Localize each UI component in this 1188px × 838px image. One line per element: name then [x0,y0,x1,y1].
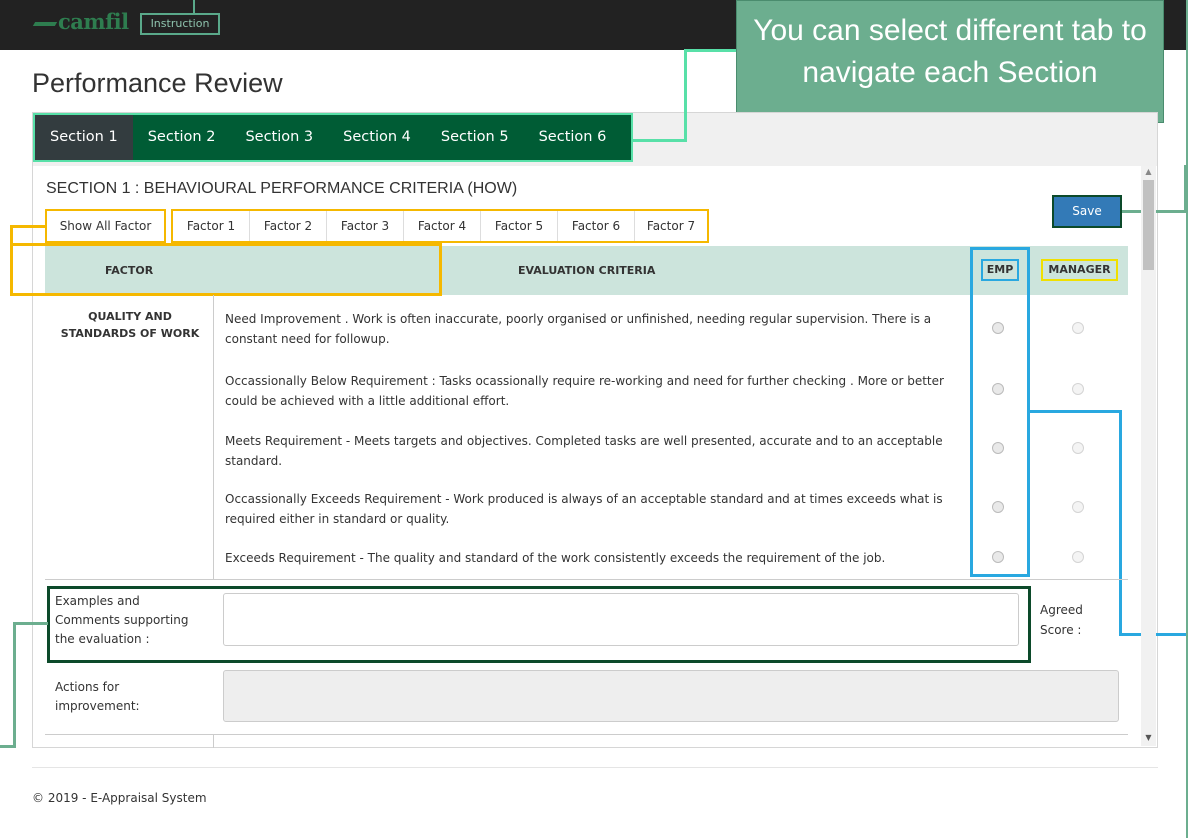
logo-mark-icon [32,21,58,26]
tab-section-5[interactable]: Section 5 [426,115,524,160]
factor-2-button[interactable]: Factor 2 [250,211,327,241]
factor-6-button[interactable]: Factor 6 [558,211,635,241]
tab-callout-line [684,50,687,142]
column-header-manager: MANAGER [1041,259,1118,281]
save-button[interactable]: Save [1052,195,1122,228]
manager-radio-2[interactable] [1072,383,1084,395]
manager-radio-3[interactable] [1072,442,1084,454]
factor-7-button[interactable]: Factor 7 [635,211,707,241]
section-tabs: Section 1 Section 2 Section 3 Section 4 … [33,113,633,162]
factor-callout-frame [10,243,442,296]
show-all-factor-button[interactable]: Show All Factor [45,209,166,243]
emp-column-highlight [970,247,1030,577]
comments-callout-line [13,622,48,625]
scroll-up-icon[interactable]: ▲ [1143,166,1154,178]
tab-callout-line [684,49,736,52]
emp-callout-line [1119,410,1122,636]
tab-section-2[interactable]: Section 2 [133,115,231,160]
tab-section-1[interactable]: Section 1 [35,115,133,160]
scroll-down-icon[interactable]: ▼ [1143,732,1154,744]
footer-divider [32,767,1158,768]
instruction-button[interactable]: Instruction [140,13,220,35]
footer-copyright: © 2019 - E-Appraisal System [32,791,207,805]
comments-callout-line [0,745,16,748]
agreed-score-label: Agreed Score : [1040,600,1088,640]
section-title: SECTION 1 : BEHAVIOURAL PERFORMANCE CRIT… [46,180,518,197]
agreed-score-text: Agreed Score : [1040,603,1083,637]
column-header-evaluation: EVALUATION CRITERIA [518,264,656,277]
criteria-row-1: Need Improvement . Work is often inaccur… [225,312,932,346]
criteria-row-3: Meets Requirement - Meets targets and ob… [225,434,943,468]
row-divider [45,734,1128,735]
scrollbar-thumb[interactable] [1143,180,1154,270]
factor-column-divider [213,295,214,580]
manager-radio-5[interactable] [1072,551,1084,563]
logo-text: camfil [58,9,129,34]
factor-callout-line [10,225,13,296]
manager-radio-4[interactable] [1072,501,1084,513]
factor-filter-group: Factor 1 Factor 2 Factor 3 Factor 4 Fact… [171,209,709,243]
tab-section-6[interactable]: Section 6 [524,115,622,160]
factor-4-button[interactable]: Factor 4 [404,211,481,241]
criteria-row-4: Occassionally Exceeds Requirement - Work… [225,492,943,526]
criteria-row-2: Occassionally Below Requirement : Tasks … [225,374,944,408]
tab-callout-line [633,139,686,142]
emp-callout-line [1030,410,1122,413]
criteria-row-5: Exceeds Requirement - The quality and st… [225,551,886,565]
factor-callout-line [10,225,47,228]
comments-callout-line [13,622,16,748]
factor-1-button[interactable]: Factor 1 [173,211,250,241]
factor-5-button[interactable]: Factor 5 [481,211,558,241]
tab-section-4[interactable]: Section 4 [328,115,426,160]
actions-label: Actions for improvement: [55,680,140,713]
comments-input[interactable] [223,593,1019,646]
instruction-callout-line [193,0,195,13]
factor-column-divider [213,734,214,748]
tab-section-3[interactable]: Section 3 [230,115,328,160]
manager-radio-1[interactable] [1072,322,1084,334]
factor-name: QUALITY AND STANDARDS OF WORK [60,310,200,340]
row-divider [45,579,1128,580]
comments-label: Examples and Comments supporting the eva… [55,594,189,646]
page-title: Performance Review [32,68,283,98]
tab-callout-note: You can select different tab to navigate… [736,0,1164,123]
camfil-logo[interactable]: camfil [32,9,129,34]
factor-3-button[interactable]: Factor 3 [327,211,404,241]
actions-input[interactable] [223,670,1119,722]
